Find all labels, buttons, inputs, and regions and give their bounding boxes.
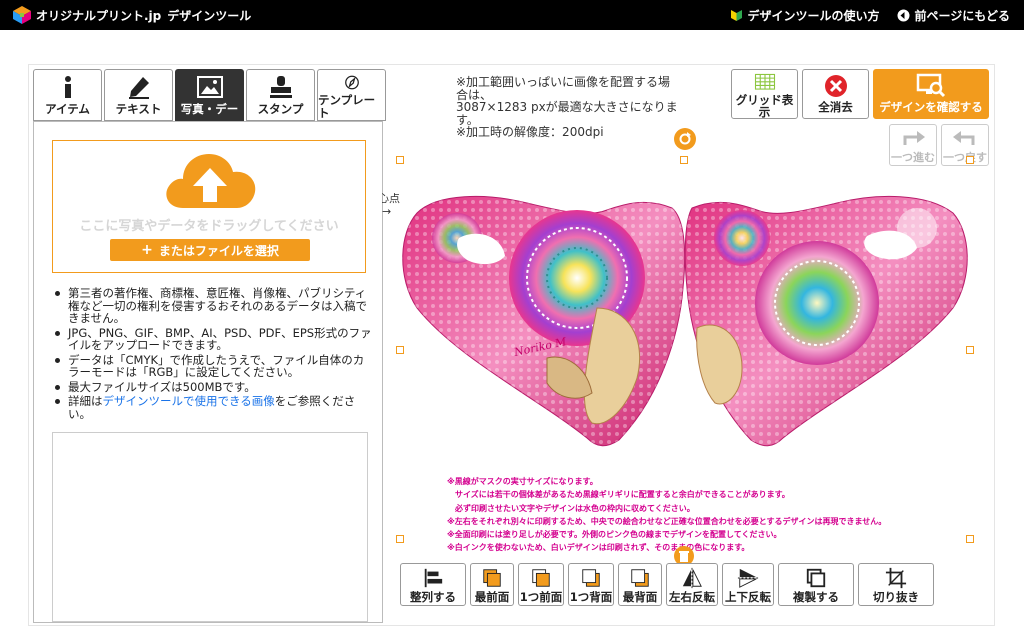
align-label: 整列する <box>410 590 456 604</box>
pen-icon <box>128 77 149 99</box>
undo-arrow-icon <box>953 131 975 145</box>
duplicate-icon <box>806 568 826 588</box>
tab-item[interactable]: アイテム <box>33 69 102 121</box>
info-icon <box>64 76 71 98</box>
crop-button[interactable]: 切り抜き <box>858 563 934 606</box>
tab-template-label: テンプレート <box>318 93 376 120</box>
print-info: ※加工範囲いっぱいに画像を配置する場合は、 3087×1283 pxが最適な大き… <box>456 76 681 139</box>
duplicate-button[interactable]: 複製する <box>778 563 854 606</box>
logo-text: オリジナルプリント.jp <box>36 8 162 23</box>
app-title: デザインツール <box>167 8 252 23</box>
duplicate-label: 複製する <box>793 590 839 604</box>
info-line-2: 3087×1283 pxが最適な大きさになります。 <box>456 100 678 127</box>
back-link[interactable]: 前ページにもどる <box>897 7 1010 24</box>
bring-forward-label: 1つ前面 <box>519 590 563 604</box>
warning-line-1: ※黒線がマスクの実寸サイズになります。 <box>447 477 598 486</box>
crop-label: 切り抜き <box>873 590 919 604</box>
note-copyright: 第三者の著作権、商標権、意匠権、肖像権、パブリシティ権など一切の権利を侵害するお… <box>52 287 372 325</box>
flip-horizontal-label: 左右反転 <box>669 590 715 604</box>
send-back-label: 最背面 <box>622 590 658 604</box>
clear-all-button[interactable]: 全消去 <box>802 69 869 119</box>
grid-toggle-button[interactable]: グリッド表示 <box>731 69 798 119</box>
logo[interactable]: オリジナルプリント.jp デザインツール <box>12 5 251 25</box>
flip-vertical-icon <box>737 568 759 588</box>
rotate-icon <box>679 132 691 145</box>
grid-toggle-label: グリッド表示 <box>735 93 794 119</box>
tab-template[interactable]: テンプレート <box>317 69 386 121</box>
align-button[interactable]: 整列する <box>400 563 466 606</box>
bottom-toolbar: 整列する 最前面 1つ前面 1つ背面 最背面 左右反転 上下反転 複製する 切り… <box>400 563 934 606</box>
note-formats: JPG、PNG、GIF、BMP、AI、PSD、PDF、EPS形式のファイルをアッ… <box>52 326 372 352</box>
clear-x-icon <box>824 75 847 97</box>
flip-vertical-label: 上下反転 <box>725 590 771 604</box>
info-line-1: ※加工範囲いっぱいに画像を配置する場合は、 <box>456 75 671 102</box>
tab-item-label: アイテム <box>45 102 90 116</box>
send-back-button[interactable]: 最背面 <box>618 563 662 606</box>
usable-images-link[interactable]: デザインツールで使用できる画像 <box>103 394 275 408</box>
flip-vertical-button[interactable]: 上下反転 <box>722 563 774 606</box>
cloud-upload-icon <box>166 154 256 208</box>
tab-text[interactable]: テキスト <box>104 69 173 121</box>
tab-stamp-label: スタンプ <box>257 102 304 116</box>
rotate-handle[interactable] <box>674 128 696 150</box>
mask-right-half <box>684 195 968 447</box>
send-backward-icon <box>582 569 600 587</box>
send-back-icon <box>631 569 649 587</box>
upload-dropzone[interactable]: ここに写真やデータをドラッグしてください + またはファイルを選択 <box>52 140 366 273</box>
note-max-size: 最大ファイルサイズは500MBです。 <box>52 380 372 394</box>
tab-stamp[interactable]: スタンプ <box>246 69 315 121</box>
info-line-3: ※加工時の解像度：200dpi <box>456 125 604 139</box>
confirm-design-label: デザインを確認する <box>879 100 983 114</box>
back-arrow-icon <box>897 9 910 21</box>
how-to-link[interactable]: デザインツールの使い方 <box>730 7 879 24</box>
center-arrow-icon: → <box>382 205 392 218</box>
uploaded-images-area <box>52 432 368 622</box>
send-backward-label: 1つ背面 <box>569 590 613 604</box>
warning-line-3: 必ず印刷させたい文字やデザインは水色の枠内に収めてください。 <box>447 503 695 513</box>
clear-all-label: 全消去 <box>818 100 853 114</box>
tab-photo[interactable]: 写真・デー <box>175 69 244 121</box>
stamp-icon <box>269 76 292 98</box>
bring-forward-button[interactable]: 1つ前面 <box>518 563 564 606</box>
warning-line-2: サイズには若干の個体差があるため黒線ギリギリに配置すると余白ができることがありま… <box>447 490 790 500</box>
compass-icon <box>344 75 359 90</box>
flip-horizontal-button[interactable]: 左右反転 <box>666 563 718 606</box>
upload-notes: 第三者の著作権、商標権、意匠権、肖像権、パブリシティ権など一切の権利を侵害するお… <box>52 287 372 422</box>
beginner-mark-icon <box>731 9 743 21</box>
bring-front-button[interactable]: 最前面 <box>470 563 514 606</box>
flip-horizontal-icon <box>682 567 702 589</box>
bring-front-icon <box>483 569 501 587</box>
mask-print-warnings: ※黒線がマスクの実寸サイズになります。 サイズには若干の個体差があるため黒線ギリ… <box>447 475 967 567</box>
warning-line-4: ※左右をそれぞれ別々に印刷するため、中央での絵合わせなど正確な位置合わせを必要と… <box>447 516 887 526</box>
top-bar: オリジナルプリント.jp デザインツール デザインツールの使い方 前ページにもど… <box>0 0 1024 30</box>
send-backward-button[interactable]: 1つ背面 <box>568 563 614 606</box>
note-color-mode: データは「CMYK」で作成したうえで、ファイル自体のカラーモードは「RGB」に設… <box>52 353 372 379</box>
redo-arrow-icon <box>903 131 925 145</box>
how-to-label: デザインツールの使い方 <box>747 8 880 23</box>
mask-left-half: Noriko M <box>402 196 686 447</box>
crop-icon <box>885 567 907 589</box>
back-label: 前ページにもどる <box>914 8 1010 23</box>
bring-front-label: 最前面 <box>474 590 510 604</box>
plus-icon: + <box>141 242 153 258</box>
tab-text-label: テキスト <box>115 102 162 116</box>
align-icon <box>424 568 443 588</box>
drop-instruction: ここに写真やデータをドラッグしてください <box>79 219 339 234</box>
tab-photo-label: 写真・デー <box>180 102 239 116</box>
grid-icon <box>754 73 775 90</box>
warning-line-6: ※白インクを使わないため、白いデザインは印刷されず、そのままの色になります。 <box>447 543 750 553</box>
warning-line-5: ※全面印刷には塗り足しが必要です。外側のピンク色の線までデザインを配置してくださ… <box>447 530 782 540</box>
select-file-button[interactable]: + またはファイルを選択 <box>110 239 310 261</box>
logo-cube-icon <box>13 6 31 24</box>
image-icon <box>196 76 223 98</box>
confirm-design-button[interactable]: デザインを確認する <box>873 69 989 119</box>
tool-tabs: アイテム テキスト 写真・デー スタンプ テンプレート <box>33 69 386 121</box>
note-details: 詳細はデザインツールで使用できる画像をご参照ください。 <box>52 395 372 420</box>
monitor-search-icon <box>916 73 946 98</box>
select-file-label: またはファイルを選択 <box>158 243 279 258</box>
bring-forward-icon <box>532 569 550 587</box>
